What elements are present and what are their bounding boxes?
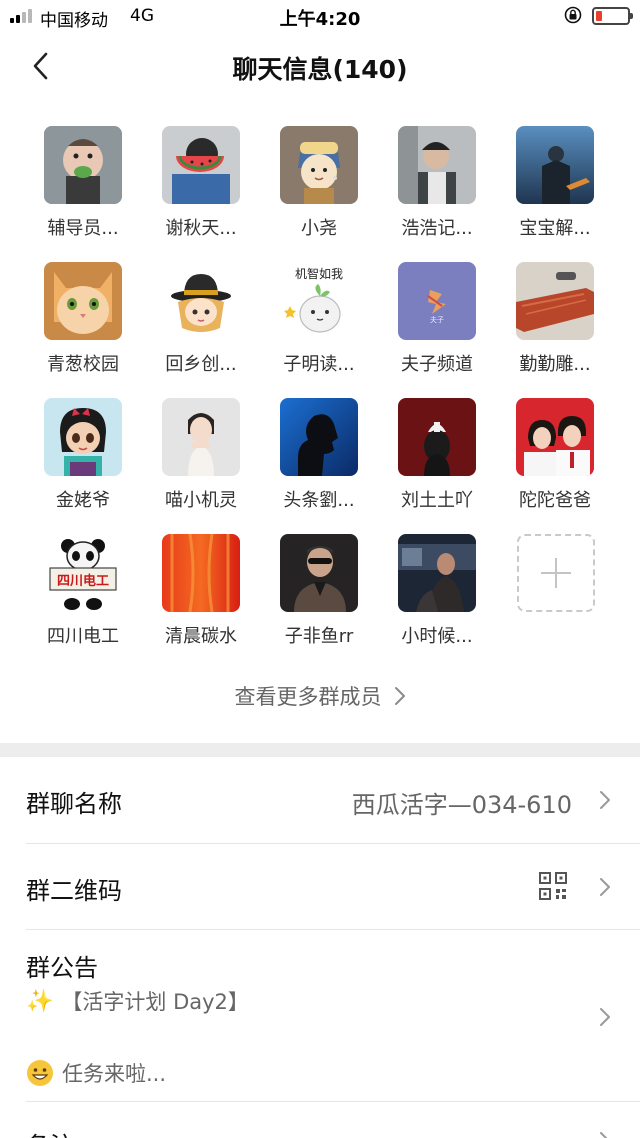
member-item[interactable]: 四川电工 四川电工 bbox=[28, 534, 138, 648]
member-name: 小尧 bbox=[301, 218, 337, 239]
sparkles-icon: ✨ bbox=[26, 988, 54, 1014]
member-name: 夫子频道 bbox=[401, 354, 473, 375]
member-name: 子非鱼rr bbox=[284, 626, 354, 647]
member-item[interactable]: 子非鱼rr bbox=[264, 534, 374, 648]
group-name-value: 西瓜活字—034-610 bbox=[351, 791, 572, 819]
member-avatar bbox=[44, 262, 122, 340]
member-item[interactable]: 青葱校园 bbox=[28, 262, 138, 376]
avatar-caption: 夫子 bbox=[430, 315, 444, 324]
member-item[interactable]: 刘土土吖 bbox=[382, 398, 492, 512]
remark-label: 备注 bbox=[26, 1126, 74, 1138]
member-item[interactable]: 小时候... bbox=[382, 534, 492, 648]
member-name: 刘土土吖 bbox=[401, 490, 473, 511]
member-avatar bbox=[162, 126, 240, 204]
member-avatar bbox=[516, 126, 594, 204]
member-avatar: 四川电工 bbox=[44, 534, 122, 612]
member-name: 清晨碳水 bbox=[165, 626, 237, 647]
chevron-right-icon bbox=[600, 1008, 610, 1026]
add-member-button[interactable] bbox=[517, 534, 595, 612]
member-name: 头条劉... bbox=[283, 490, 355, 511]
member-item[interactable]: 金姥爷 bbox=[28, 398, 138, 512]
member-avatar bbox=[280, 534, 358, 612]
member-item[interactable]: 谢秋天... bbox=[146, 126, 256, 240]
remark-row[interactable]: 备注 bbox=[0, 1102, 640, 1138]
member-name: 浩浩记... bbox=[401, 218, 473, 239]
member-name: 谢秋天... bbox=[165, 218, 237, 239]
member-avatar: 机智如我 bbox=[280, 262, 358, 340]
page-title: 聊天信息(140) bbox=[232, 55, 408, 84]
member-item[interactable]: 喵小机灵 bbox=[146, 398, 256, 512]
member-item[interactable]: 头条劉... bbox=[264, 398, 374, 512]
member-item[interactable]: 浩浩记... bbox=[382, 126, 492, 240]
member-name: 回乡创... bbox=[165, 354, 237, 375]
member-avatar bbox=[280, 126, 358, 204]
view-more-members-link[interactable]: 查看更多群成员 bbox=[0, 676, 640, 716]
member-item[interactable]: 清晨碳水 bbox=[146, 534, 256, 648]
chevron-right-icon bbox=[600, 791, 610, 809]
member-name: 喵小机灵 bbox=[165, 490, 237, 511]
notice-text-1: 【活字计划 Day2】 bbox=[61, 990, 249, 1014]
group-qr-label: 群二维码 bbox=[26, 877, 122, 905]
grinning-face-icon: 😄 bbox=[26, 1059, 54, 1087]
status-bar: 中国移动 4G 上午4:20 bbox=[0, 0, 640, 34]
back-button[interactable] bbox=[20, 46, 60, 86]
qr-code-icon bbox=[539, 872, 567, 900]
member-avatar bbox=[44, 398, 122, 476]
member-avatar: 夫子 bbox=[398, 262, 476, 340]
member-avatar bbox=[162, 398, 240, 476]
member-name: 辅导员... bbox=[47, 218, 119, 239]
member-name: 小时候... bbox=[401, 626, 473, 647]
section-divider bbox=[0, 743, 640, 757]
member-name: 勤勤雕... bbox=[519, 354, 591, 375]
member-item[interactable]: 宝宝解... bbox=[500, 126, 610, 240]
chevron-left-icon bbox=[33, 52, 48, 80]
chevron-right-icon bbox=[394, 687, 405, 705]
view-more-members-label: 查看更多群成员 bbox=[234, 685, 382, 709]
member-item[interactable]: 勤勤雕... bbox=[500, 262, 610, 376]
chevron-right-icon bbox=[600, 878, 610, 896]
member-avatar bbox=[44, 126, 122, 204]
member-name: 子明读... bbox=[283, 354, 355, 375]
member-item[interactable]: 回乡创... bbox=[146, 262, 256, 376]
member-item[interactable]: 辅导员... bbox=[28, 126, 138, 240]
group-qr-code-row[interactable]: 群二维码 bbox=[0, 844, 640, 929]
plus-icon bbox=[541, 558, 571, 588]
member-avatar bbox=[516, 398, 594, 476]
member-avatar bbox=[516, 262, 594, 340]
rotation-lock-icon bbox=[564, 6, 582, 24]
member-name: 陀陀爸爸 bbox=[519, 490, 591, 511]
member-avatar bbox=[398, 534, 476, 612]
member-avatar bbox=[280, 398, 358, 476]
member-item[interactable]: 小尧 bbox=[264, 126, 374, 240]
member-item[interactable]: 夫子 夫子频道 bbox=[382, 262, 492, 376]
group-name-row[interactable]: 群聊名称 西瓜活字—034-610 bbox=[0, 757, 640, 843]
member-avatar bbox=[162, 534, 240, 612]
nav-bar: 聊天信息(140) bbox=[0, 34, 640, 98]
notice-line-2: 😄 任务来啦... bbox=[26, 1058, 166, 1088]
group-name-label: 群聊名称 bbox=[26, 790, 122, 818]
member-avatar bbox=[398, 398, 476, 476]
status-time: 上午4:20 bbox=[279, 9, 361, 30]
battery-level bbox=[596, 11, 602, 21]
battery-icon bbox=[592, 7, 633, 25]
member-avatar bbox=[398, 126, 476, 204]
avatar-caption: 机智如我 bbox=[295, 266, 343, 281]
chevron-right-icon bbox=[600, 1132, 608, 1138]
avatar-caption: 四川电工 bbox=[57, 573, 109, 589]
notice-text-2: 任务来啦... bbox=[62, 1062, 167, 1086]
member-name: 宝宝解... bbox=[519, 218, 591, 239]
member-name: 青葱校园 bbox=[47, 354, 119, 375]
group-notice-label: 群公告 bbox=[26, 954, 98, 982]
group-notice-row[interactable]: 群公告 ✨ 【活字计划 Day2】 😄 任务来啦... bbox=[0, 930, 640, 1101]
member-avatar bbox=[162, 262, 240, 340]
member-name: 四川电工 bbox=[47, 626, 119, 647]
member-item[interactable]: 机智如我 子明读... bbox=[264, 262, 374, 376]
member-item[interactable]: 陀陀爸爸 bbox=[500, 398, 610, 512]
notice-line-1: ✨ 【活字计划 Day2】 bbox=[26, 986, 249, 1016]
member-name: 金姥爷 bbox=[56, 490, 110, 511]
